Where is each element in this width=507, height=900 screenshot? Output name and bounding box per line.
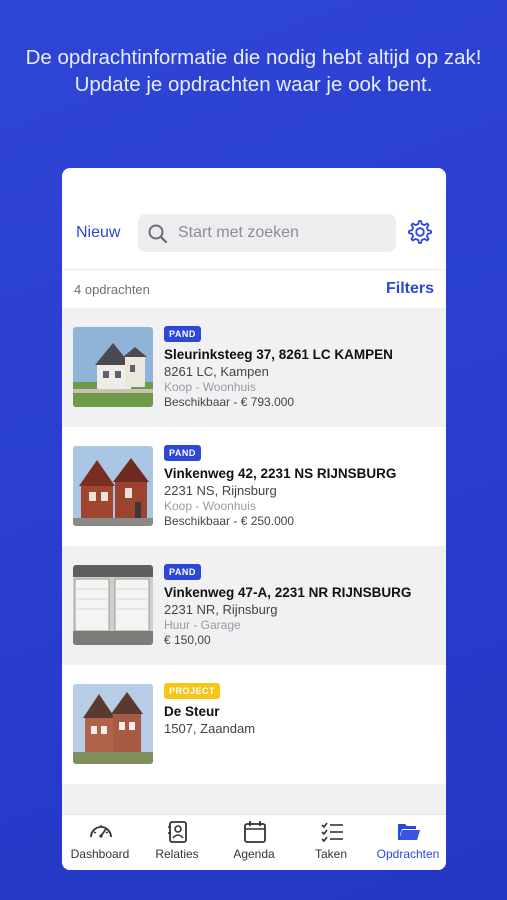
- item-title: Vinkenweg 42, 2231 NS RIJNSBURG: [164, 466, 397, 481]
- tab-dashboard[interactable]: Dashboard: [62, 815, 138, 870]
- top-bar: Nieuw Start met zoeken: [62, 212, 446, 254]
- tab-relaties[interactable]: Relaties: [139, 815, 215, 870]
- new-button[interactable]: Nieuw: [76, 224, 120, 242]
- tab-bar: Dashboard Relaties Agenda Taken Opdracht…: [62, 814, 446, 870]
- list-item[interactable]: PROJECT De Steur 1507, Zaandam: [62, 665, 446, 784]
- promo-headline: De opdrachtinformatie die nodig hebt alt…: [25, 46, 482, 96]
- item-location: 8261 LC, Kampen: [164, 364, 269, 379]
- search-icon: [148, 224, 168, 244]
- item-title: Sleurinksteeg 37, 8261 LC KAMPEN: [164, 347, 393, 362]
- result-count: 4 opdrachten: [74, 282, 150, 297]
- project-photo: [73, 684, 153, 764]
- app-screen: Nieuw Start met zoeken 4 opdrachten Filt…: [62, 168, 446, 870]
- type-badge: PAND: [164, 564, 201, 580]
- list-footer-space: [62, 784, 446, 814]
- item-type: Huur - Garage: [164, 618, 241, 632]
- property-photo: [73, 446, 153, 526]
- contact-card-icon: [168, 821, 187, 843]
- tab-taken[interactable]: Taken: [293, 815, 369, 870]
- item-status: € 150,00: [164, 633, 211, 647]
- list-item[interactable]: PAND Vinkenweg 47-A, 2231 NR RIJNSBURG 2…: [62, 546, 446, 665]
- checklist-icon: [321, 822, 343, 843]
- tab-label: Opdrachten: [376, 847, 440, 861]
- speedometer-icon: [90, 825, 112, 838]
- property-photo: [73, 565, 153, 645]
- filters-button[interactable]: Filters: [386, 280, 434, 298]
- type-badge: PAND: [164, 326, 201, 342]
- item-title: De Steur: [164, 704, 220, 719]
- item-location: 2231 NS, Rijnsburg: [164, 483, 277, 498]
- tab-agenda[interactable]: Agenda: [216, 815, 292, 870]
- tab-label: Dashboard: [70, 847, 130, 861]
- item-location: 1507, Zaandam: [164, 721, 256, 736]
- tab-label: Taken: [314, 847, 348, 861]
- gear-icon[interactable]: [406, 218, 434, 246]
- tab-label: Agenda: [233, 847, 275, 861]
- tab-label: Relaties: [155, 847, 199, 861]
- tab-opdrachten[interactable]: Opdrachten: [370, 815, 446, 870]
- search-input[interactable]: Start met zoeken: [138, 214, 396, 252]
- type-badge: PROJECT: [164, 683, 221, 699]
- item-type: Koop - Woonhuis: [164, 499, 256, 513]
- list-item[interactable]: PAND Sleurinksteeg 37, 8261 LC KAMPEN 82…: [62, 308, 446, 427]
- type-badge: PAND: [164, 445, 201, 461]
- assignment-list: PAND Sleurinksteeg 37, 8261 LC KAMPEN 82…: [62, 308, 446, 784]
- item-location: 2231 NR, Rijnsburg: [164, 602, 278, 617]
- item-type: Koop - Woonhuis: [164, 380, 256, 394]
- item-status: Beschikbaar - € 250.000: [164, 514, 295, 528]
- list-item[interactable]: PAND Vinkenweg 42, 2231 NS RIJNSBURG 223…: [62, 427, 446, 546]
- folder-icon: [398, 824, 420, 840]
- calendar-icon: [244, 821, 266, 843]
- item-title: Vinkenweg 47-A, 2231 NR RIJNSBURG: [164, 585, 412, 600]
- property-photo: [73, 327, 153, 407]
- search-placeholder: Start met zoeken: [178, 224, 299, 241]
- item-status: Beschikbaar - € 793.000: [164, 395, 295, 409]
- header-divider: [62, 269, 446, 270]
